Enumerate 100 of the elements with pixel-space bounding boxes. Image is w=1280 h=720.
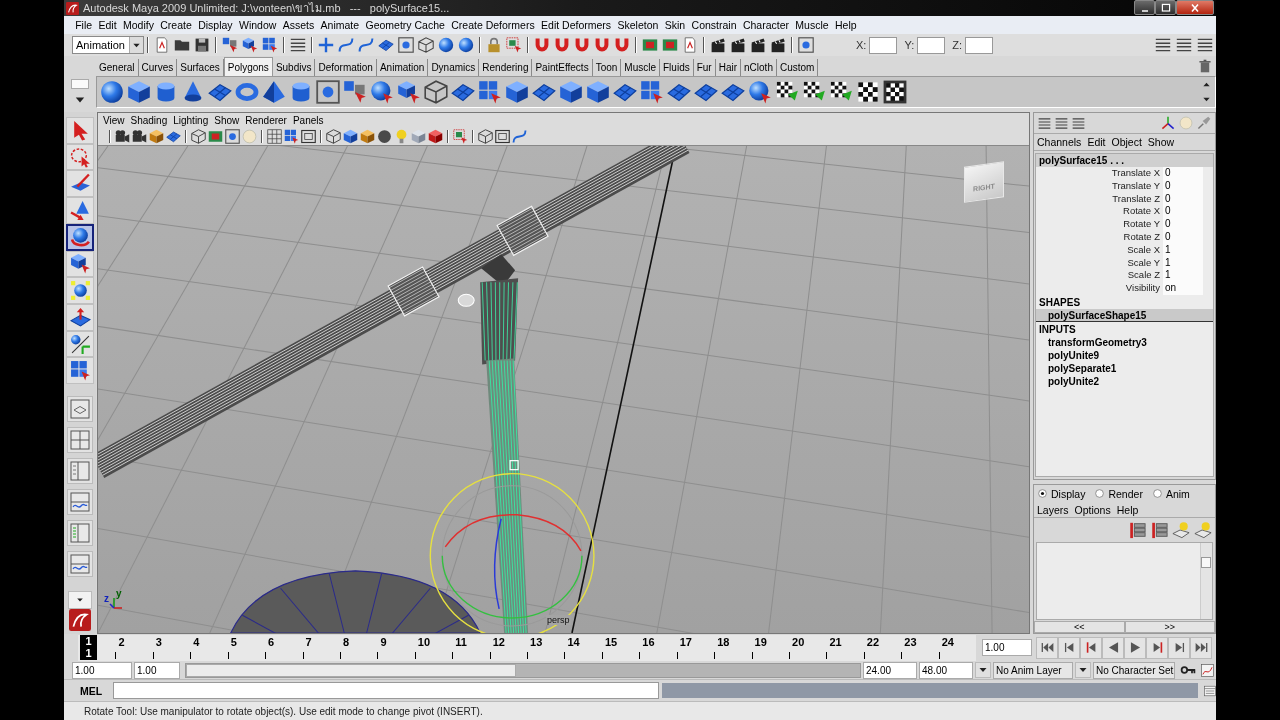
box-icon[interactable] [360, 129, 375, 144]
menu-item[interactable]: Muscle [792, 17, 832, 33]
page-button[interactable]: << [1034, 621, 1125, 633]
menu-item[interactable]: Layers [1034, 501, 1072, 518]
channel-value[interactable]: 0 [1163, 167, 1203, 180]
menu-item[interactable]: Character [739, 17, 793, 33]
cube-arrow-icon[interactable] [397, 80, 421, 104]
frame-arrow-icon[interactable] [453, 129, 468, 144]
film-frame-icon[interactable] [642, 37, 658, 53]
ball-icon[interactable] [377, 129, 392, 144]
layers-arrow-icon[interactable] [1128, 520, 1146, 539]
document-icon[interactable] [154, 37, 170, 53]
coordinate-field[interactable] [869, 36, 898, 54]
wire-cube-icon[interactable] [326, 129, 341, 144]
boxes-arrow-icon[interactable] [343, 80, 367, 104]
shelf-tab[interactable]: Surfaces [177, 59, 224, 76]
menu-item[interactable]: Geometry Cache [362, 17, 449, 33]
menu-item[interactable]: Constrain [688, 17, 740, 33]
menu-item[interactable]: Options [1071, 501, 1114, 518]
menu-item[interactable]: Lighting [170, 113, 212, 128]
checker-icon[interactable] [856, 80, 880, 104]
page-button[interactable]: >> [1124, 621, 1215, 633]
layer-new-icon[interactable] [1172, 520, 1190, 539]
list-lines-icon[interactable] [1038, 116, 1051, 130]
menu-item[interactable]: Object [1108, 134, 1145, 150]
sphere-icon[interactable] [458, 37, 474, 53]
menu-item[interactable]: Show [1144, 134, 1178, 150]
lock-icon[interactable] [486, 37, 502, 53]
list-lines-icon[interactable] [1197, 37, 1213, 53]
menu-item[interactable]: Animate [317, 17, 363, 33]
wire-cube-icon[interactable] [418, 37, 434, 53]
frame-icon[interactable] [301, 129, 316, 144]
shelf-tab[interactable]: Fluids [660, 59, 694, 76]
object-name[interactable]: polySurface15 . . . [1036, 154, 1213, 167]
checker-frame-icon[interactable] [883, 80, 907, 104]
camera-icon[interactable] [115, 129, 130, 144]
character-set-field[interactable]: No Character Set [1093, 661, 1175, 679]
shelf-tab[interactable]: nCloth [741, 59, 777, 76]
menu-item[interactable]: Display [194, 17, 236, 33]
list-lines-icon[interactable] [1055, 116, 1068, 130]
coordinate-field[interactable] [965, 36, 993, 54]
menu-item[interactable]: Edit Deformers [537, 17, 615, 33]
menu-item[interactable]: Edit [95, 17, 120, 33]
trash-icon[interactable] [1198, 59, 1212, 73]
anim-layer-field[interactable]: No Anim Layer [993, 661, 1073, 679]
list-lines-icon[interactable] [1176, 37, 1192, 53]
current-frame-marker[interactable]: 1 1 [80, 634, 97, 660]
close-icon[interactable] [1189, 1, 1201, 14]
skip-start-icon[interactable] [1040, 641, 1054, 654]
shelf-tab[interactable]: General [96, 59, 139, 76]
play-back-icon[interactable] [1106, 641, 1120, 654]
magnet-icon[interactable] [534, 37, 550, 53]
input-node[interactable]: transformGeometry3 [1036, 335, 1213, 349]
cube-icon[interactable] [559, 80, 583, 104]
list-lines-icon[interactable] [1072, 116, 1085, 130]
wire-cube-icon[interactable] [478, 129, 493, 144]
grid-arrow-icon[interactable] [478, 80, 502, 104]
menu-item[interactable]: Channels [1034, 134, 1085, 150]
film-frame-icon[interactable] [662, 37, 678, 53]
menu-item[interactable]: File [72, 17, 96, 33]
magnet-icon[interactable] [574, 37, 590, 53]
clapper-icon[interactable] [710, 37, 726, 53]
grid-arrow-icon[interactable] [262, 37, 278, 53]
curve-icon[interactable] [358, 37, 374, 53]
menu-item[interactable]: Edit [1084, 134, 1109, 150]
menu-item[interactable]: Skin [661, 17, 689, 33]
channel-value[interactable]: 0 [1163, 218, 1203, 231]
step-back-icon[interactable] [1062, 641, 1076, 654]
current-time-field[interactable]: 1.00 [982, 639, 1032, 656]
input-node[interactable]: polySeparate1 [1036, 361, 1213, 375]
menu-item[interactable]: Window [235, 17, 280, 33]
menu-item[interactable]: Create Deformers [448, 17, 538, 33]
cube-icon[interactable] [127, 80, 151, 104]
torus-icon[interactable] [235, 80, 259, 104]
channel-value[interactable]: 0 [1163, 205, 1203, 219]
boxes-arrow-icon[interactable] [222, 37, 238, 53]
command-field[interactable] [113, 682, 659, 699]
end-time-field[interactable]: 48.00 [919, 661, 973, 679]
camera-icon[interactable] [132, 129, 147, 144]
command-language-label[interactable]: MEL [72, 684, 110, 697]
caret-up-icon[interactable] [1202, 80, 1211, 89]
magnet-icon[interactable] [554, 37, 570, 53]
prev-key-icon[interactable] [1084, 641, 1098, 654]
playback-end-field[interactable]: 24.00 [863, 661, 917, 679]
maximize-icon[interactable] [1159, 1, 1172, 14]
menu-item[interactable]: Shading [127, 113, 171, 128]
clapper-icon[interactable] [750, 37, 766, 53]
minimize-button[interactable] [1134, 0, 1155, 15]
maximize-button[interactable] [1155, 0, 1176, 15]
film-frame-icon[interactable] [208, 129, 223, 144]
plus-icon[interactable] [318, 37, 334, 53]
target-icon[interactable] [798, 37, 814, 53]
skip-end-icon[interactable] [1194, 641, 1208, 654]
play-icon[interactable] [1128, 641, 1142, 654]
channel-value[interactable]: 1 [1163, 269, 1203, 283]
menu-item[interactable]: Help [1113, 501, 1142, 518]
playback-button[interactable] [1102, 636, 1124, 659]
layers-arrow-icon[interactable] [1150, 520, 1168, 539]
layer-new-icon[interactable] [1194, 520, 1212, 539]
menu-item[interactable]: Skeleton [614, 17, 662, 33]
